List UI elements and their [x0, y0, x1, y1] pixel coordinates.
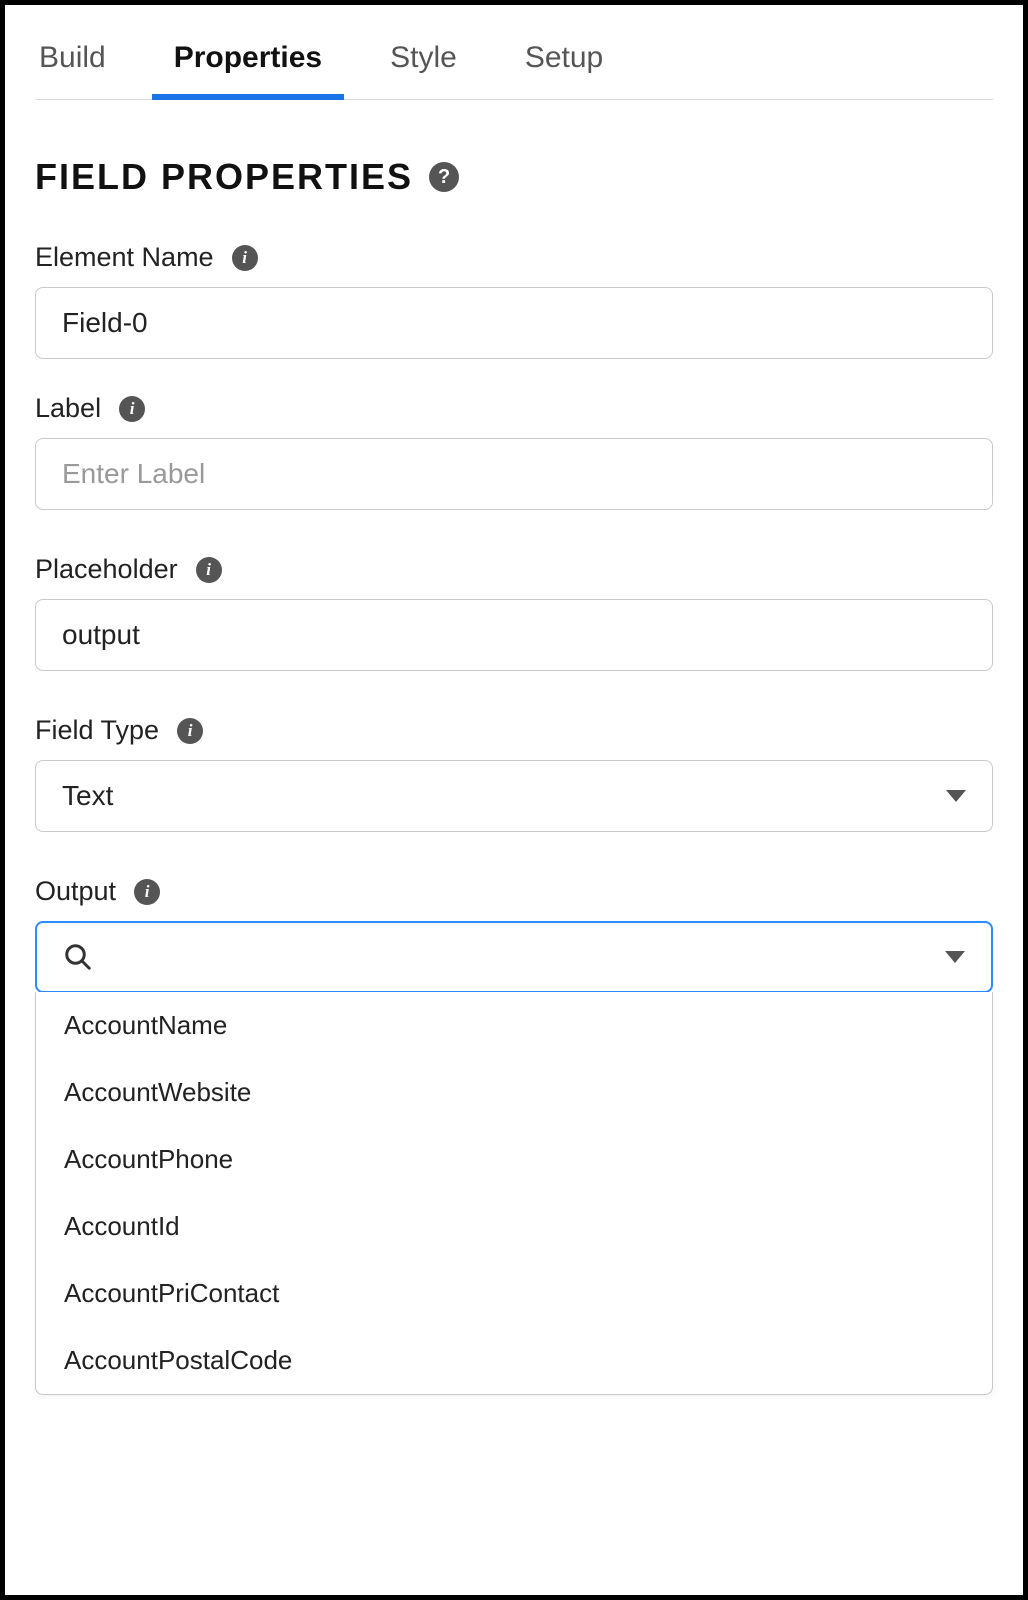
output-combobox[interactable] [35, 921, 993, 993]
output-option[interactable]: AccountWebsite [36, 1059, 992, 1126]
tab-bar: Build Properties Style Setup [35, 27, 993, 100]
chevron-down-icon [946, 790, 966, 802]
output-option[interactable]: AccountId [36, 1193, 992, 1260]
tab-build[interactable]: Build [35, 27, 110, 99]
label-row: Placeholder i [35, 554, 993, 585]
form-group-field-type: Field Type i Text [35, 715, 993, 832]
output-label: Output [35, 876, 116, 907]
output-option[interactable]: AccountName [36, 992, 992, 1059]
field-type-value: Text [62, 780, 113, 812]
element-name-input[interactable] [35, 287, 993, 359]
placeholder-label: Placeholder [35, 554, 178, 585]
label-input[interactable] [35, 438, 993, 510]
search-icon [63, 942, 93, 972]
info-icon[interactable]: i [177, 718, 203, 744]
output-option[interactable]: AccountPriContact [36, 1260, 992, 1327]
info-icon[interactable]: i [196, 557, 222, 583]
label-row: Element Name i [35, 242, 993, 273]
output-option[interactable]: AccountPostalCode [36, 1327, 992, 1394]
form-group-element-name: Element Name i [35, 242, 993, 359]
info-icon[interactable]: i [134, 879, 160, 905]
label-row: Label i [35, 393, 993, 424]
help-icon[interactable]: ? [429, 162, 459, 192]
section-title: FIELD PROPERTIES [35, 156, 413, 198]
panel-frame: Build Properties Style Setup FIELD PROPE… [0, 0, 1028, 1600]
placeholder-input[interactable] [35, 599, 993, 671]
label-label: Label [35, 393, 101, 424]
chevron-down-icon [945, 951, 965, 963]
element-name-label: Element Name [35, 242, 214, 273]
label-row: Output i [35, 876, 993, 907]
form-group-output: Output i AccountName AccountWebsite Acco… [35, 876, 993, 1395]
label-row: Field Type i [35, 715, 993, 746]
output-option[interactable]: AccountPhone [36, 1126, 992, 1193]
tab-setup[interactable]: Setup [521, 27, 607, 99]
form-group-placeholder: Placeholder i [35, 554, 993, 671]
field-type-select[interactable]: Text [35, 760, 993, 832]
output-dropdown: AccountName AccountWebsite AccountPhone … [35, 992, 993, 1395]
section-header: FIELD PROPERTIES ? [35, 156, 993, 198]
form-group-label: Label i [35, 393, 993, 510]
field-type-label: Field Type [35, 715, 159, 746]
info-icon[interactable]: i [119, 396, 145, 422]
tab-style[interactable]: Style [386, 27, 461, 99]
info-icon[interactable]: i [232, 245, 258, 271]
tab-properties[interactable]: Properties [170, 27, 326, 99]
